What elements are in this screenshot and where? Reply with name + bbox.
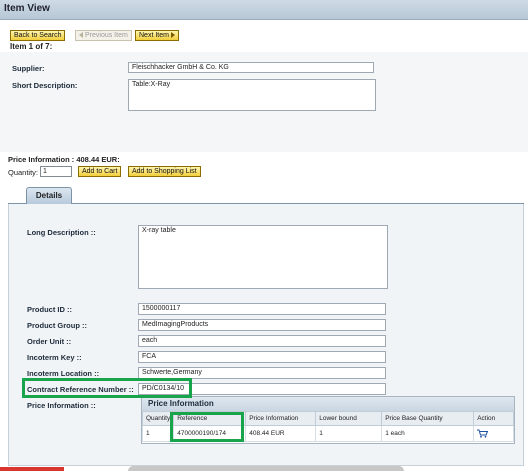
back-to-search-button[interactable]: Back to Search	[10, 30, 66, 41]
previous-item-button[interactable]: Previous Item	[75, 30, 132, 41]
short-description-label: Short Description:	[12, 81, 78, 90]
bottom-scroll-handle[interactable]	[128, 466, 404, 471]
quantity-label: Quantity:	[8, 168, 39, 177]
price-information-summary: Price Information : 408.44 EUR:	[8, 155, 120, 164]
next-item-button[interactable]: Next Item	[135, 30, 179, 41]
contract-reference-highlight	[22, 378, 192, 398]
shopping-cart-icon[interactable]	[477, 429, 489, 438]
cell-lower-bound: 1	[315, 425, 383, 442]
price-table-caption: Price Information	[142, 397, 514, 411]
add-to-shopping-list-button[interactable]: Add to Shopping List	[128, 166, 201, 177]
item-counter: Item 1 of 7:	[10, 42, 53, 51]
short-description-field[interactable]: Table:X-Ray	[128, 79, 376, 111]
quantity-input[interactable]: 1	[40, 166, 72, 177]
cell-action	[473, 425, 514, 442]
supplier-field[interactable]: Fleischhacker GmbH & Co. KG	[128, 62, 374, 73]
column-header-price-information: Price Information	[245, 411, 317, 426]
next-item-label: Next Item	[139, 32, 169, 39]
bottom-red-bar	[0, 467, 64, 471]
long-description-field[interactable]: X-ray table	[138, 225, 388, 289]
window-titlebar: Item View	[0, 0, 528, 20]
window-title: Item View	[4, 3, 50, 14]
column-header-action: Action	[473, 411, 514, 426]
price-information-label: Price Information ::	[27, 401, 96, 410]
product-group-field[interactable]: MedImagingProducts	[138, 319, 386, 331]
chevron-right-icon	[170, 32, 175, 39]
chevron-left-icon	[79, 32, 83, 39]
column-header-lower-bound: Lower bound	[315, 411, 383, 426]
previous-item-label: Previous Item	[85, 32, 128, 39]
cell-base-quantity: 1 each	[381, 425, 475, 442]
incoterm-location-label: Incoterm Location ::	[27, 369, 100, 378]
product-id-field[interactable]: 1500000117	[138, 303, 386, 315]
tab-details[interactable]: Details	[26, 187, 72, 204]
product-id-label: Product ID ::	[27, 305, 72, 314]
incoterm-key-label: Incoterm Key ::	[27, 353, 82, 362]
header-panel: Supplier: Fleischhacker GmbH & Co. KG Sh…	[0, 52, 528, 152]
column-header-price-base-quantity: Price Base Quantity	[381, 411, 475, 426]
order-unit-field[interactable]: each	[138, 335, 386, 347]
incoterm-key-field[interactable]: FCA	[138, 351, 386, 363]
supplier-label: Supplier:	[12, 64, 45, 73]
product-group-label: Product Group ::	[27, 321, 87, 330]
tab-strip: Details	[8, 186, 524, 204]
navigation-toolbar: Back to Search Previous Item Next Item	[0, 22, 528, 52]
add-to-cart-button[interactable]: Add to Cart	[78, 166, 122, 177]
bottom-strip	[0, 466, 528, 471]
reference-cell-highlight	[170, 412, 244, 442]
cell-price: 408.44 EUR	[245, 425, 317, 442]
long-description-label: Long Description ::	[27, 228, 96, 237]
order-unit-label: Order Unit ::	[27, 337, 72, 346]
